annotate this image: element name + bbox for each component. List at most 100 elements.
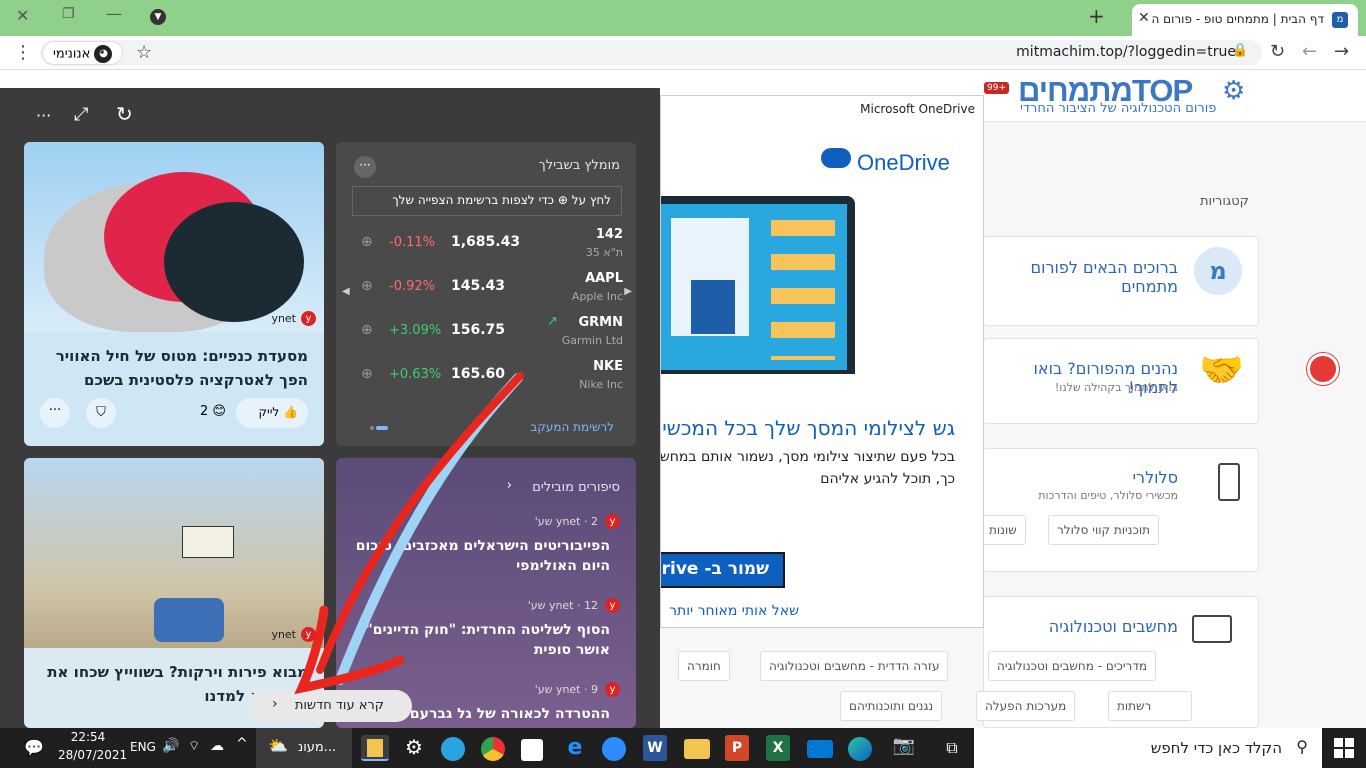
chrome-icon[interactable] [481,737,505,761]
stock-row[interactable]: ⊕ +3.09% 156.75 ↗ GRMN Garmin Ltd [355,312,623,354]
category-card-computers[interactable]: מחשבים וטכנולוגיה מדריכים - מחשבים וטכנו… [678,596,1259,728]
category-title[interactable]: סלולרי [1132,468,1178,487]
news-title[interactable]: מסעדת כנפיים: מטוס של חיל האוויר הפך לאט… [32,344,308,392]
store-icon[interactable] [521,739,543,761]
more-options-icon[interactable]: ··· [36,106,51,125]
category-subtitle: מכשירי סלולר, טיפים והדרכות [1038,489,1178,502]
widget-title[interactable]: סיפורים מובילים [532,480,620,495]
bookmark-icon[interactable]: ⛉ [86,398,116,428]
prev-arrow-icon[interactable]: ◀ [342,286,350,297]
edge-icon[interactable] [848,737,872,761]
folder-icon[interactable] [684,739,710,759]
expand-icon[interactable]: ⤢ [74,104,88,125]
add-to-watchlist-icon[interactable]: ⊕ [361,234,373,250]
monitor-icon [1192,615,1232,643]
news-image [24,458,324,648]
close-tab-icon[interactable]: ✕ [1138,10,1150,26]
subcategory-chip[interactable]: עזרה הדדית - מחשבים וטכנולוגיה [760,651,949,681]
category-card-welcome[interactable]: מ ברוכים הבאים לפורום מתמחים [983,236,1259,326]
task-view-icon[interactable]: ⧉ [938,735,966,761]
menu-icon[interactable]: ⋮ [14,42,32,63]
news-image [24,142,324,332]
stock-name: Garmin Ltd [561,334,623,347]
tab-title: דף הבית | מתמחים טופ - פורום ה [1151,12,1324,26]
subcategory-chip[interactable]: רשתות [1108,691,1193,721]
category-card-cellular[interactable]: סלולרי מכשירי סלולר, טיפים והדרכות תוכני… [980,448,1259,572]
subcategory-chip[interactable]: תוכניות קווי סלולר [1048,515,1159,545]
subcategory-chip[interactable]: מערכות הפעלה [976,691,1076,721]
category-title[interactable]: ברוכים הבאים לפורום מתמחים [984,258,1178,296]
news-card[interactable]: y ynet מבוא פירות וירקות? בשווייץ שכחו א… [24,458,324,728]
network-icon[interactable]: ⌔ [188,738,200,754]
settings-gear-icon[interactable]: ⚙ [400,735,428,761]
powerpoint-icon[interactable]: P [725,735,749,761]
start-button[interactable] [1322,728,1366,768]
site-tagline: פורום הטכנולוגיה של הציבור החרדי [1020,101,1217,116]
taskbar-search-box[interactable]: הקלד כאן כדי לחפש ⚲ [974,728,1322,768]
tab-mitmachim[interactable]: מ דף הבית | מתמחים טופ - פורום ה ✕ [1132,4,1358,36]
onedrive-tray-icon[interactable]: ☁ [210,738,224,754]
url-text[interactable]: mitmachim.top/?loggedin=true [1016,44,1236,60]
widget-menu-icon[interactable]: ··· [354,156,376,178]
lock-icon[interactable]: 🔒 [1232,43,1248,58]
clock-date[interactable]: 28/07/2021 [58,748,127,762]
notification-bell-icon[interactable] [1307,353,1339,385]
news-card[interactable]: y ynet מסעדת כנפיים: מטוס של חיל האוויר … [24,142,324,446]
incognito-label: אנונימי [53,46,91,62]
notification-center-icon[interactable]: 💬 [24,738,44,757]
forward-icon[interactable]: ← [1302,41,1317,62]
refresh-icon[interactable]: ↻ [116,102,133,126]
reload-icon[interactable]: ↻ [1270,41,1285,62]
weather-widget-button[interactable]: ⛅ מעונ... [256,728,352,768]
back-icon[interactable]: → [1334,41,1349,62]
subcategory-chip[interactable]: נגנים ותוכנותיהם [840,691,943,721]
mail-icon[interactable] [807,740,833,758]
minimize-window-icon[interactable]: — [106,4,122,23]
file-explorer-pinned-icon[interactable] [361,735,389,761]
clock-time[interactable]: 22:54 [64,730,112,744]
language-indicator[interactable]: ENG [130,740,156,754]
phone-icon [1218,463,1240,501]
close-window-icon[interactable]: ✕ [16,6,29,25]
like-label: לייק [258,405,280,419]
restore-window-icon[interactable]: ❐ [62,6,75,22]
onedrive-brand: OneDrive [857,150,950,175]
site-favicon: מ [1332,12,1348,28]
stock-name: ת"א 35 [585,246,623,259]
internet-explorer-icon[interactable]: e [561,735,589,761]
more-icon[interactable]: ··· [40,398,70,428]
bookmark-star-icon[interactable]: ☆ [136,42,152,63]
ask-later-link[interactable]: שאל אותי מאוחר יותר [669,603,799,619]
ynet-logo-icon: y [605,514,620,529]
onedrive-cloud-icon [821,148,851,168]
incognito-badge[interactable]: ◕ אנונימי [42,41,124,65]
stock-change: -0.11% [389,235,435,250]
word-icon[interactable]: W [643,735,667,761]
excel-icon[interactable]: X [766,735,790,761]
volume-icon[interactable]: 🔊 [162,738,179,754]
category-subtitle: בואו לתמוך בקהילה שלנו! [1054,381,1178,394]
telegram-icon[interactable] [441,737,465,761]
zoom-icon[interactable] [602,737,626,761]
save-to-onedrive-button[interactable]: שמור ב- OneDrive [661,552,785,588]
subcategory-chip[interactable]: שונות [980,515,1026,545]
stock-change: -0.92% [389,279,435,294]
stock-row[interactable]: ⊕ -0.92% 145.43 AAPL Apple Inc [355,268,623,310]
stock-row[interactable]: ⊕ -0.11% 1,685.43 142 ת"א 35 [355,224,623,266]
subcategory-chip[interactable]: מדריכים - מחשבים וטכנולוגיה [988,651,1157,681]
subcategory-chip[interactable]: חומרה [678,651,730,681]
new-tab-button[interactable]: + [1088,4,1105,28]
stock-change: +3.09% [389,323,442,338]
search-placeholder: הקלד כאן כדי לחפש [1150,739,1282,757]
news-source: ynet [271,312,296,325]
category-title[interactable]: מחשבים וטכנולוגיה [1049,617,1178,636]
category-card-support[interactable]: 🤝 נהנים מהפורום? בואו לתמוך! בואו לתמוך … [983,338,1259,424]
add-to-watchlist-icon[interactable]: ⊕ [361,278,373,294]
watchlist-link[interactable]: לרשימת המעקב [530,420,614,434]
camera-icon[interactable]: 📷 [890,735,918,761]
tab-search-icon[interactable]: ▼ [150,9,166,25]
tray-chevron-icon[interactable]: ^ [236,736,248,752]
next-arrow-icon[interactable]: ▶ [624,286,632,297]
add-to-watchlist-icon[interactable]: ⊕ [361,322,373,338]
stock-price: 145.43 [451,278,506,294]
